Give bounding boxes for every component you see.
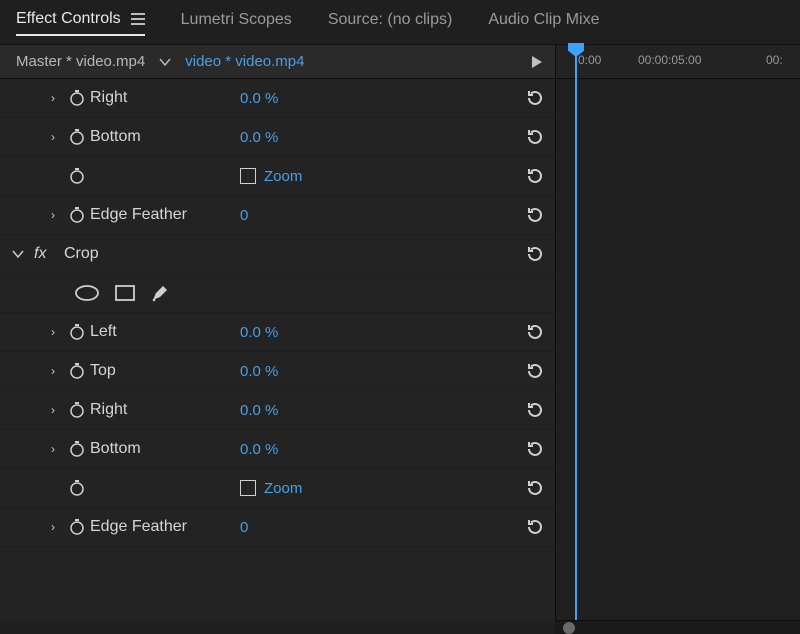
reset-icon[interactable] <box>515 440 555 458</box>
expand-icon[interactable]: › <box>42 208 64 222</box>
tab-lumetri-scopes[interactable]: Lumetri Scopes <box>181 11 292 35</box>
clip-selector: Master * video.mp4 video * video.mp4 <box>0 53 555 70</box>
expand-icon[interactable]: › <box>42 520 64 534</box>
effect-name: Crop <box>64 245 515 263</box>
reset-icon[interactable] <box>515 245 555 263</box>
expand-icon[interactable]: › <box>42 364 64 378</box>
prop-value[interactable]: 0.0 % <box>240 402 515 419</box>
zoom-checkbox[interactable]: Zoom <box>240 480 515 497</box>
panel-menu-icon[interactable] <box>131 13 145 25</box>
prop-label: Edge Feather <box>90 206 240 224</box>
playhead[interactable] <box>575 44 577 620</box>
pen-mask-icon[interactable] <box>150 283 170 303</box>
fx-badge[interactable]: fx <box>34 245 64 263</box>
stopwatch-icon[interactable] <box>64 167 90 185</box>
zoom-label: Zoom <box>264 168 302 185</box>
tab-effect-controls-label: Effect Controls <box>16 10 121 28</box>
ellipse-mask-icon[interactable] <box>74 283 100 303</box>
ruler-tick-0: 0:00 <box>578 53 601 67</box>
prop-label: Right <box>90 89 240 107</box>
prop-row-zoom: › Zoom <box>0 157 555 196</box>
prop-value[interactable]: 0 <box>240 207 515 224</box>
twirl-down-icon[interactable] <box>12 249 34 259</box>
timeline-scrollbar[interactable] <box>555 620 800 634</box>
effect-controls-body: › Right 0.0 % › Bottom 0.0 % › <box>0 79 800 621</box>
reset-icon[interactable] <box>515 401 555 419</box>
expand-icon[interactable]: › <box>42 130 64 144</box>
rectangle-mask-icon[interactable] <box>114 283 136 303</box>
prop-row-right: › Right 0.0 % <box>0 79 555 118</box>
properties-panel: › Right 0.0 % › Bottom 0.0 % › <box>0 79 555 621</box>
prop-value[interactable]: 0.0 % <box>240 90 515 107</box>
stopwatch-icon[interactable] <box>64 518 90 536</box>
scrollbar-thumb-icon[interactable] <box>563 622 575 634</box>
reset-icon[interactable] <box>515 167 555 185</box>
expand-icon[interactable]: › <box>42 403 64 417</box>
stopwatch-icon[interactable] <box>64 401 90 419</box>
timeline-ruler[interactable]: 0:00 00:00:05:00 00: <box>556 45 800 78</box>
prop-value[interactable]: 0.0 % <box>240 441 515 458</box>
master-clip-label[interactable]: Master * video.mp4 <box>16 53 145 70</box>
prop-label: Edge Feather <box>90 518 240 536</box>
keyframe-track-area[interactable] <box>555 79 800 621</box>
checkbox-icon[interactable] <box>240 480 256 496</box>
chevron-down-icon[interactable] <box>159 57 171 67</box>
clip-header-row: Master * video.mp4 video * video.mp4 0:0… <box>0 45 800 79</box>
checkbox-icon[interactable] <box>240 168 256 184</box>
panel-tabs: Effect Controls Lumetri Scopes Source: (… <box>0 0 800 45</box>
tab-audio-mixer-label: Audio Clip Mixe <box>488 11 599 29</box>
stopwatch-icon[interactable] <box>64 206 90 224</box>
stopwatch-icon[interactable] <box>64 323 90 341</box>
crop-prop-left: › Left 0.0 % <box>0 313 555 352</box>
expand-icon[interactable]: › <box>42 442 64 456</box>
prop-value[interactable]: 0.0 % <box>240 324 515 341</box>
timeline-ruler-area[interactable]: 0:00 00:00:05:00 00: <box>555 45 800 78</box>
prop-value[interactable]: 0.0 % <box>240 363 515 380</box>
stopwatch-icon[interactable] <box>64 89 90 107</box>
reset-icon[interactable] <box>515 128 555 146</box>
expand-icon[interactable]: › <box>42 325 64 339</box>
tab-audio-mixer[interactable]: Audio Clip Mixe <box>488 11 599 35</box>
crop-prop-zoom: › Zoom <box>0 469 555 508</box>
prop-label: Bottom <box>90 440 240 458</box>
prop-label: Top <box>90 362 240 380</box>
play-icon[interactable] <box>531 55 543 69</box>
mask-tools <box>0 274 555 313</box>
tab-source[interactable]: Source: (no clips) <box>328 11 453 35</box>
zoom-label: Zoom <box>264 480 302 497</box>
tab-effect-controls[interactable]: Effect Controls <box>16 10 145 36</box>
prop-label: Left <box>90 323 240 341</box>
ruler-tick-2: 00: <box>766 53 783 67</box>
tab-lumetri-scopes-label: Lumetri Scopes <box>181 11 292 29</box>
stopwatch-icon[interactable] <box>64 128 90 146</box>
reset-icon[interactable] <box>515 323 555 341</box>
ruler-tick-1: 00:00:05:00 <box>638 53 701 67</box>
reset-icon[interactable] <box>515 362 555 380</box>
stopwatch-icon[interactable] <box>64 479 90 497</box>
prop-row-bottom: › Bottom 0.0 % <box>0 118 555 157</box>
prop-value[interactable]: 0 <box>240 519 515 536</box>
effect-crop-header[interactable]: fx Crop <box>0 235 555 274</box>
stopwatch-icon[interactable] <box>64 362 90 380</box>
crop-prop-top: › Top 0.0 % <box>0 352 555 391</box>
reset-icon[interactable] <box>515 89 555 107</box>
prop-label: Bottom <box>90 128 240 146</box>
crop-prop-bottom: › Bottom 0.0 % <box>0 430 555 469</box>
tab-source-label: Source: (no clips) <box>328 11 453 29</box>
crop-prop-edge-feather: › Edge Feather 0 <box>0 508 555 547</box>
prop-label: Right <box>90 401 240 419</box>
stopwatch-icon[interactable] <box>64 440 90 458</box>
sequence-clip-label[interactable]: video * video.mp4 <box>185 53 304 70</box>
zoom-checkbox[interactable]: Zoom <box>240 168 515 185</box>
prop-row-edge-feather: › Edge Feather 0 <box>0 196 555 235</box>
reset-icon[interactable] <box>515 206 555 224</box>
reset-icon[interactable] <box>515 518 555 536</box>
prop-value[interactable]: 0.0 % <box>240 129 515 146</box>
reset-icon[interactable] <box>515 479 555 497</box>
expand-icon[interactable]: › <box>42 91 64 105</box>
crop-prop-right: › Right 0.0 % <box>0 391 555 430</box>
